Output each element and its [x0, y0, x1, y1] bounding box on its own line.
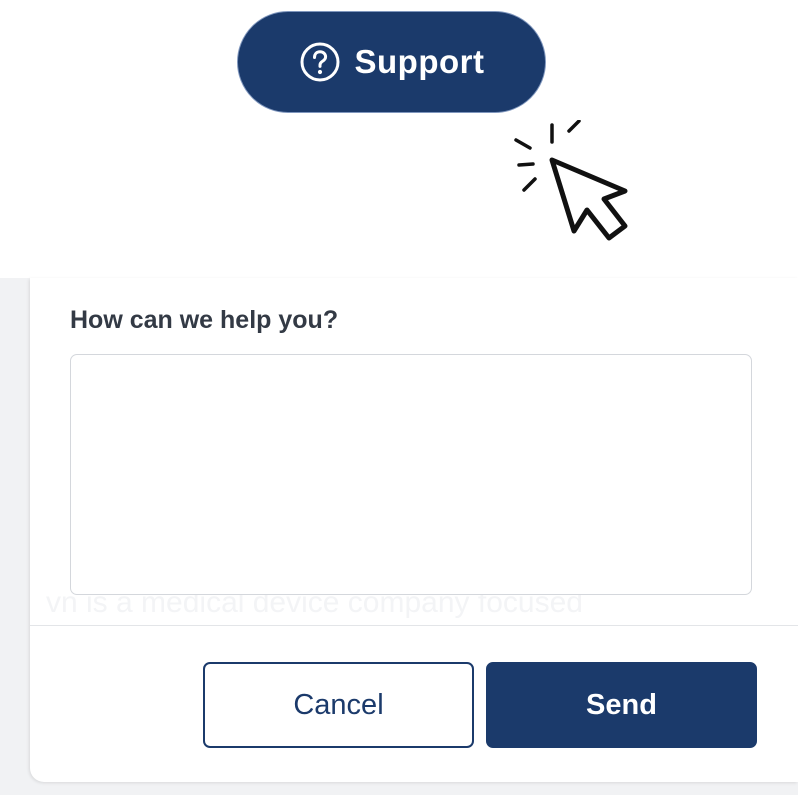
message-input[interactable] — [70, 354, 752, 595]
support-button[interactable]: Support — [237, 11, 546, 113]
footer-divider — [30, 625, 798, 626]
cancel-button[interactable]: Cancel — [203, 662, 474, 748]
support-dialog: vn is a medical device company focused H… — [30, 278, 798, 782]
click-pointer-icon — [514, 120, 628, 241]
help-heading: How can we help you? — [70, 306, 339, 334]
support-button-label: Support — [354, 43, 485, 80]
send-button[interactable]: Send — [486, 662, 757, 748]
question-circle-icon — [300, 42, 339, 82]
